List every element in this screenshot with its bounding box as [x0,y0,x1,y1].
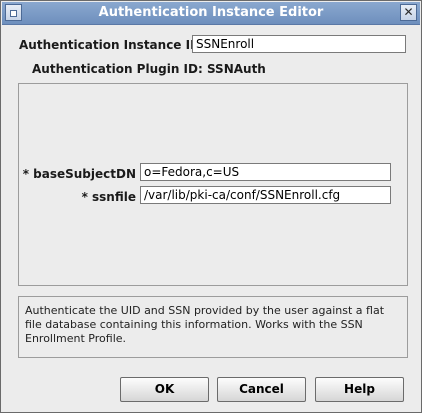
help-button[interactable]: Help [315,377,404,402]
basesubjectdn-field[interactable]: o=Fedora,c=US [140,163,391,181]
instance-id-label: Authentication Instance ID: [19,38,205,52]
param-label-ssnfile: * ssnfile [81,190,136,204]
plugin-id-label: Authentication Plugin ID: SSNAuth [32,62,266,76]
param-label-basesubjectdn: * baseSubjectDN [22,167,136,181]
dialog-window: Authentication Instance Editor ✕ Authent… [0,0,422,413]
parameters-panel [18,83,408,286]
close-icon[interactable]: ✕ [400,4,417,21]
window-title: Authentication Instance Editor [98,5,324,20]
ok-button[interactable]: OK [120,377,209,402]
plugin-id-value: SSNAuth [206,62,266,76]
cancel-button[interactable]: Cancel [217,377,306,402]
plugin-id-label-text: Authentication Plugin ID: [32,62,203,76]
description-text: Authenticate the UID and SSN provided by… [25,304,385,345]
title-bar[interactable]: Authentication Instance Editor ✕ [2,2,420,25]
ssnfile-field[interactable]: /var/lib/pki-ca/conf/SSNEnroll.cfg [140,186,391,204]
instance-id-field[interactable]: SSNEnroll [192,35,406,53]
